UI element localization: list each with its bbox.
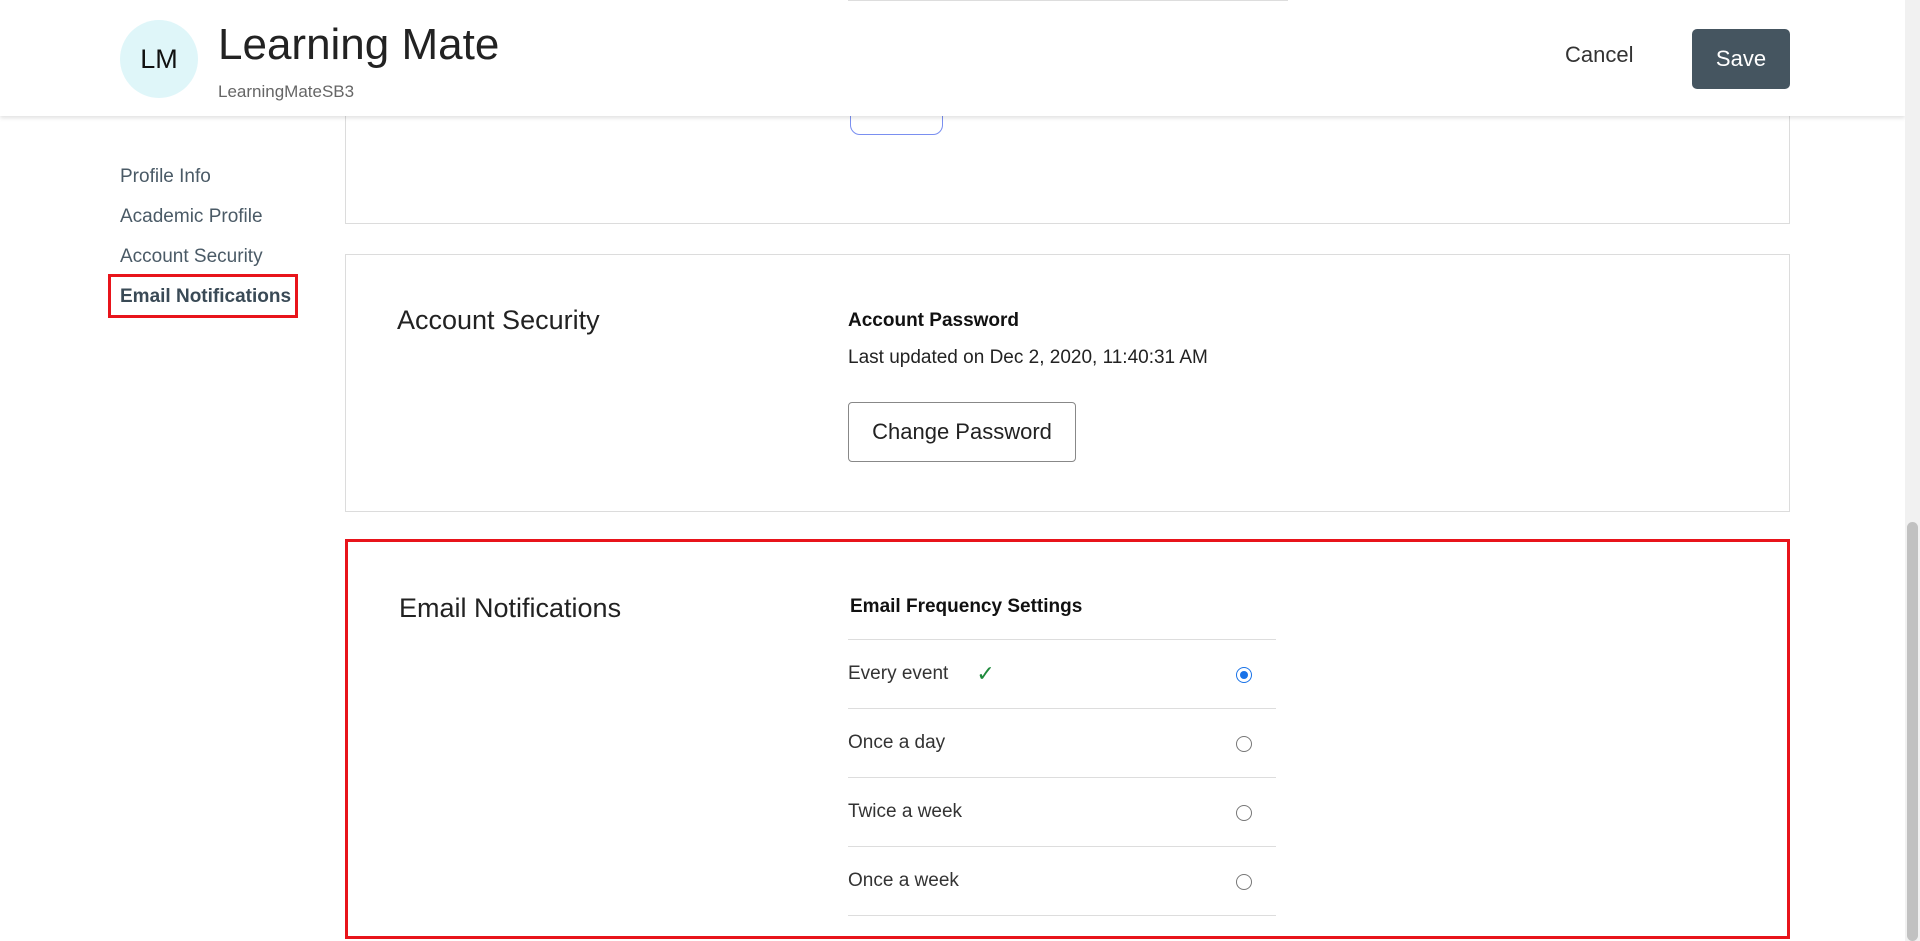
password-last-updated: Last updated on Dec 2, 2020, 11:40:31 AM [848, 347, 1208, 368]
frequency-option-twice-a-week[interactable]: Twice a week [848, 778, 1276, 847]
save-button[interactable]: Save [1692, 29, 1790, 89]
page-title: Learning Mate [218, 20, 500, 69]
radio-once-a-day[interactable] [1236, 736, 1252, 752]
checkmark-icon: ✓ [976, 661, 995, 686]
frequency-option-every-event[interactable]: Every event ✓ [848, 640, 1276, 709]
cancel-button[interactable]: Cancel [1565, 42, 1633, 68]
sidebar-item-academic-profile[interactable]: Academic Profile [120, 204, 291, 244]
account-password-label: Account Password [848, 310, 1020, 331]
sidebar-item-profile-info[interactable]: Profile Info [120, 164, 291, 204]
account-security-card: Account Security Account Password Last u… [345, 254, 1790, 512]
frequency-options-list: Every event ✓ Once a day Twice a week On… [848, 639, 1276, 916]
avatar: LM [120, 20, 198, 98]
previous-section-card [345, 89, 1790, 224]
frequency-option-label: Every event [848, 663, 949, 684]
frequency-option-label: Once a week [848, 870, 959, 891]
sidebar-nav: Profile Info Academic Profile Account Se… [120, 164, 291, 324]
change-password-button[interactable]: Change Password [848, 402, 1076, 462]
scrollbar-thumb[interactable] [1907, 522, 1918, 941]
section-title-account-security: Account Security [397, 305, 600, 335]
radio-once-a-week[interactable] [1236, 874, 1252, 890]
email-frequency-label: Email Frequency Settings [850, 596, 1083, 617]
frequency-option-label: Twice a week [848, 801, 963, 822]
sidebar-item-account-security[interactable]: Account Security [120, 244, 291, 284]
email-notifications-card: Email Notifications Email Frequency Sett… [345, 539, 1790, 939]
page-header: LM Learning Mate LearningMateSB3 Cancel … [0, 0, 1905, 116]
page-subtitle: LearningMateSB3 [218, 82, 355, 101]
radio-twice-a-week[interactable] [1236, 805, 1252, 821]
content-divider [848, 0, 1288, 2]
frequency-option-once-a-day[interactable]: Once a day [848, 709, 1276, 778]
scrollbar-track[interactable] [1905, 0, 1920, 941]
frequency-option-once-a-week[interactable]: Once a week [848, 847, 1276, 916]
section-title-email-notifications: Email Notifications [399, 593, 622, 623]
radio-every-event[interactable] [1236, 667, 1252, 683]
sidebar-item-email-notifications[interactable]: Email Notifications [120, 284, 291, 324]
frequency-option-label: Once a day [848, 732, 946, 753]
